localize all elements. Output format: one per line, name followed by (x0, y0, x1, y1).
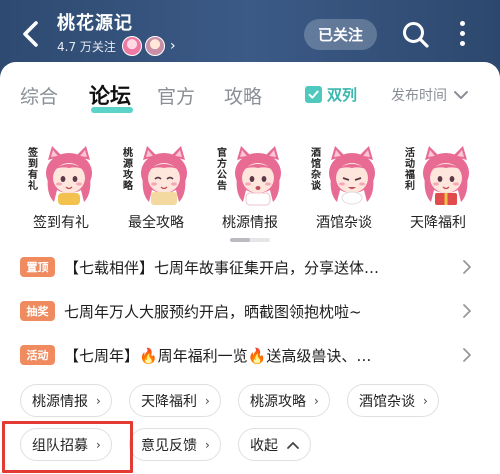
category-label: 桃源情报 (222, 215, 278, 231)
chevron-up-icon (287, 441, 299, 449)
category-sign: 活动福利 (405, 148, 415, 192)
chevron-right-icon (463, 304, 471, 318)
tab-forum-label: 论坛 (89, 84, 131, 108)
tag-guides[interactable]: 桃源攻略 › (238, 384, 330, 417)
sort-dropdown[interactable]: 发布时间 (391, 85, 469, 105)
mascot-girl-icon (423, 146, 469, 205)
chevron-left-icon (23, 21, 38, 47)
highlight-box (2, 421, 133, 473)
tag-news[interactable]: 桃源情报 › (20, 384, 112, 417)
category-image: 活动福利 (403, 146, 473, 208)
tag-label: 酒馆杂谈 (359, 393, 415, 410)
collapse-label: 收起 (250, 437, 278, 454)
back-button[interactable] (14, 16, 48, 52)
tab-comprehensive[interactable]: 综合 (20, 82, 58, 109)
category-label: 酒馆杂谈 (316, 215, 372, 231)
category-image: 签到有礼 (26, 146, 96, 208)
category-sign: 官方公告 (217, 148, 227, 192)
chevron-right-icon (463, 348, 471, 362)
category-sign: 桃源攻略 (123, 148, 133, 192)
announcement-row[interactable]: 活动 【七周年】🔥周年福利一览🔥送高级兽诀、… (0, 338, 500, 372)
tab-official[interactable]: 官方 (157, 82, 195, 109)
category-sign-in[interactable]: 签到有礼 签到有礼 (15, 146, 107, 232)
tag-label: 桃源攻略 (250, 393, 306, 410)
chevron-right-icon: › (423, 393, 428, 408)
tag-label: 天降福利 (141, 393, 197, 410)
avatar (122, 36, 142, 56)
category-image: 酒馆杂谈 (309, 146, 379, 208)
checkbox-checked-icon (305, 86, 322, 103)
tab-bar: 综合 论坛 官方 攻略 双列 发布时间 (0, 76, 500, 116)
mascot-girl-icon (329, 146, 375, 205)
category-image: 桃源攻略 (121, 146, 191, 208)
avatar (145, 36, 165, 56)
sort-label: 发布时间 (391, 88, 447, 104)
chevron-right-icon: › (96, 393, 101, 408)
category-label: 签到有礼 (33, 215, 89, 231)
category-label: 最全攻略 (128, 215, 184, 231)
double-column-toggle[interactable]: 双列 (305, 84, 357, 105)
search-icon (403, 22, 429, 48)
lottery-badge: 抽奖 (20, 301, 55, 321)
mascot-girl-icon (235, 146, 281, 206)
double-column-label: 双列 (327, 86, 358, 104)
following-button[interactable]: 已关注 (304, 19, 377, 50)
forum-panel: 综合 论坛 官方 攻略 双列 发布时间 签到有礼 签到有礼 桃 源 攻 略 最全… (0, 62, 500, 474)
chevron-right-icon: › (205, 437, 210, 452)
mascot-girl-icon (46, 146, 92, 205)
category-guides[interactable]: 桃源攻略 最全攻略 (110, 146, 202, 232)
category-sign: 酒馆杂谈 (311, 148, 321, 192)
chevron-down-icon (454, 91, 468, 99)
mascot-girl-icon (141, 146, 187, 205)
announcement-title: 【七周年】🔥周年福利一览🔥送高级兽诀、… (64, 346, 372, 365)
event-badge: 活动 (20, 345, 55, 365)
more-vertical-icon[interactable] (452, 21, 472, 51)
chevron-right-icon: › (314, 393, 319, 408)
category-news[interactable]: 官方公告 桃源情报 (204, 146, 296, 232)
category-image: 官方公告 (215, 146, 285, 208)
tab-guides[interactable]: 攻略 (224, 82, 262, 109)
tag-label: 桃源情报 (32, 393, 88, 410)
category-scroll-indicator (230, 238, 270, 242)
search-button[interactable] (401, 20, 431, 50)
forum-title: 桃花源记 (57, 13, 133, 34)
tab-forum[interactable]: 论坛 (89, 80, 131, 110)
chevron-right-icon: › (170, 38, 176, 54)
chevron-right-icon: › (205, 393, 210, 408)
category-sign: 签到有礼 (28, 148, 38, 192)
scroll-thumb (230, 238, 250, 242)
tag-label: 意见反馈 (141, 437, 197, 454)
announcement-row[interactable]: 抽奖 七周年万人大服预约开启，晒截图领抱枕啦~ (0, 294, 500, 328)
announcement-row[interactable]: 置顶 【七载相伴】七周年故事征集开启，分享送体… (0, 250, 500, 284)
category-tavern[interactable]: 酒馆杂谈 酒馆杂谈 (298, 146, 390, 232)
chevron-right-icon (463, 260, 471, 274)
collapse-button[interactable]: 收起 (238, 428, 311, 461)
tag-welfare[interactable]: 天降福利 › (129, 384, 221, 417)
tag-feedback[interactable]: 意见反馈 › (129, 428, 221, 461)
category-welfare[interactable]: 活动福利 天降福利 (392, 146, 484, 232)
announcement-title: 七周年万人大服预约开启，晒截图领抱枕啦~ (64, 302, 362, 321)
pinned-badge: 置顶 (20, 257, 55, 277)
tag-tavern[interactable]: 酒馆杂谈 › (347, 384, 439, 417)
announcement-title: 【七载相伴】七周年故事征集开启，分享送体… (64, 258, 380, 277)
category-label: 天降福利 (410, 215, 466, 231)
category-shortcuts: 签到有礼 签到有礼 桃 源 攻 略 最全攻略 官 方 公 告 桃源情报 酒 馆 … (0, 146, 500, 236)
follower-count: 4.7 万关注 (57, 40, 116, 54)
follower-avatars[interactable]: › (122, 36, 176, 56)
